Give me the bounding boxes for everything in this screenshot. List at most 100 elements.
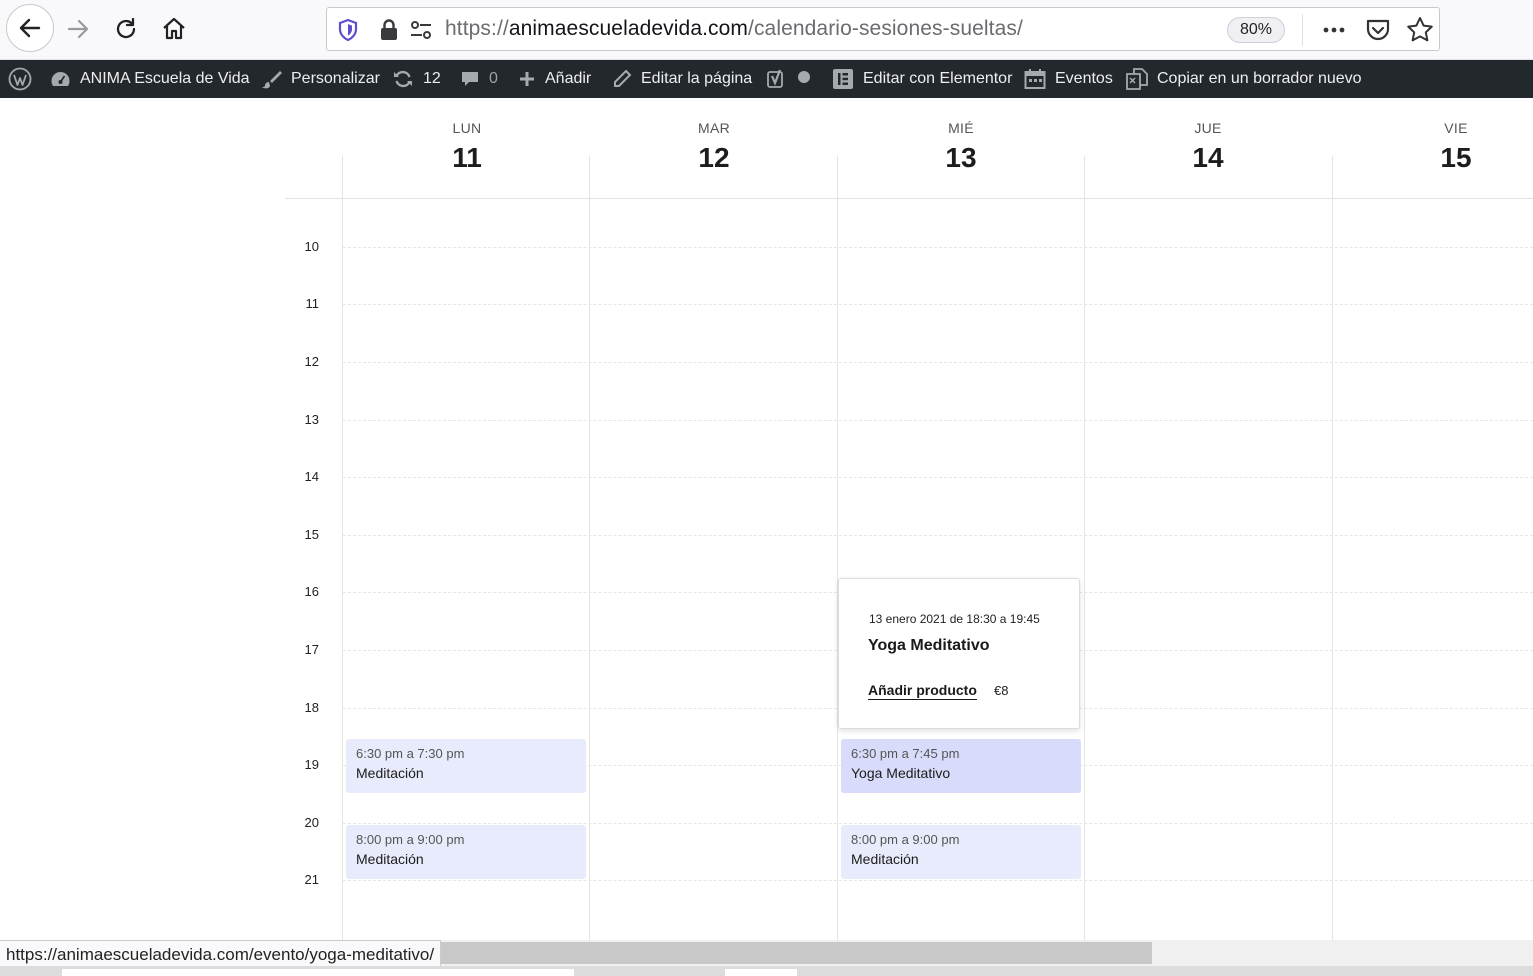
brush-icon: [262, 69, 282, 89]
hour-label: 14: [304, 469, 319, 484]
home-button[interactable]: [152, 8, 196, 50]
back-button[interactable]: [6, 4, 54, 52]
url-divider: [1302, 14, 1303, 46]
hour-label: 18: [304, 700, 319, 715]
pocket-button[interactable]: [1361, 14, 1395, 46]
reload-button[interactable]: [104, 8, 148, 50]
star-icon: [1407, 17, 1433, 42]
yoast-seo-link[interactable]: [766, 60, 811, 98]
updates-count: 12: [423, 70, 441, 87]
customize-label: Personalizar: [291, 70, 380, 87]
hour-label: 21: [304, 872, 319, 887]
day-name: MAR: [697, 120, 730, 136]
site-name-link[interactable]: ANIMA Escuela de Vida: [50, 60, 250, 98]
hour-label: 12: [304, 354, 319, 369]
hour-gridline: [343, 304, 1533, 305]
hour-label: 15: [304, 527, 319, 542]
popover-title: Yoga Meditativo: [868, 637, 990, 654]
event-card[interactable]: 6:30 pm a 7:30 pm Meditación: [346, 739, 586, 793]
hour-label: 13: [304, 412, 319, 427]
wordpress-logo-button[interactable]: [8, 60, 32, 98]
event-title: Meditación: [356, 851, 424, 867]
popover-price: €8: [994, 683, 1009, 698]
hour-label: 11: [305, 296, 320, 311]
updates-icon: [392, 69, 414, 89]
event-card[interactable]: 8:00 pm a 9:00 pm Meditación: [346, 825, 586, 879]
permissions-icon[interactable]: [409, 18, 433, 47]
bottom-segment: [62, 969, 574, 976]
url-scheme: https://: [445, 17, 509, 40]
comment-icon: [460, 69, 480, 89]
events-link[interactable]: Eventos: [1024, 60, 1113, 98]
site-name-label: ANIMA Escuela de Vida: [80, 70, 250, 87]
plus-icon: [518, 70, 536, 88]
day-header-fri[interactable]: VIE 15: [1332, 98, 1533, 198]
day-name: VIE: [1444, 120, 1468, 136]
copy-icon: [1126, 68, 1148, 90]
arrow-right-icon: [67, 19, 89, 39]
zoom-level-button[interactable]: 80%: [1227, 17, 1285, 43]
lock-icon[interactable]: [379, 18, 399, 47]
day-number: 13: [945, 142, 977, 173]
popover-date: 13 enero 2021 de 18:30 a 19:45: [869, 612, 1040, 626]
day-number: 11: [452, 142, 482, 173]
comments-link[interactable]: 0: [460, 60, 498, 98]
events-label: Eventos: [1055, 70, 1113, 87]
event-time: 8:00 pm a 9:00 pm: [851, 832, 960, 847]
day-name: JUE: [1194, 120, 1222, 136]
wordpress-icon: [8, 67, 32, 91]
hour-gridline: [343, 420, 1533, 421]
browser-toolbar: https://animaescueladevida.com/calendari…: [0, 0, 1533, 60]
edit-elementor-label: Editar con Elementor: [863, 70, 1013, 87]
day-header-tue[interactable]: MAR 12: [590, 98, 838, 198]
day-number: 12: [698, 142, 730, 173]
add-new-label: Añadir: [545, 70, 592, 87]
week-calendar: LUN 11 MAR 12 MIÉ 13 JUE 14 VIE 15 10 11…: [285, 98, 1533, 940]
hour-gridline: [343, 880, 1533, 881]
bottom-segment: [725, 969, 797, 976]
url-bar[interactable]: https://animaescueladevida.com/calendari…: [326, 7, 1440, 51]
copy-draft-label: Copiar en un borrador nuevo: [1157, 70, 1362, 87]
updates-link[interactable]: 12: [392, 60, 441, 98]
add-new-link[interactable]: Añadir: [518, 60, 591, 98]
hour-label: 19: [304, 757, 319, 772]
reload-icon: [116, 17, 136, 39]
hour-label: 10: [304, 239, 319, 254]
edit-page-link[interactable]: Editar la página: [612, 60, 752, 98]
pencil-icon: [612, 69, 632, 89]
shield-icon[interactable]: [337, 18, 359, 47]
seo-status-dot-icon: [797, 70, 811, 89]
more-dots-icon: [1323, 27, 1345, 33]
customize-link[interactable]: Personalizar: [262, 60, 380, 98]
hour-label: 16: [304, 584, 319, 599]
event-title: Meditación: [356, 765, 424, 781]
hour-label: 20: [304, 815, 319, 830]
yoast-icon: [766, 68, 788, 90]
edit-elementor-link[interactable]: Editar con Elementor: [832, 60, 1012, 98]
day-header-mon[interactable]: LUN 11: [343, 98, 591, 198]
add-product-link[interactable]: Añadir producto: [868, 682, 977, 700]
hour-gridline: [343, 535, 1533, 536]
bookmark-button[interactable]: [1403, 14, 1437, 46]
event-card-selected[interactable]: 6:30 pm a 7:45 pm Yoga Meditativo: [841, 739, 1081, 793]
day-number: 15: [1440, 142, 1472, 173]
wp-admin-bar: ANIMA Escuela de Vida Personalizar 12 0 …: [0, 60, 1533, 98]
day-header-wed[interactable]: MIÉ 13: [837, 98, 1085, 198]
event-time: 6:30 pm a 7:45 pm: [851, 746, 960, 761]
hour-gridline: [343, 247, 1533, 248]
day-header-thu[interactable]: JUE 14: [1084, 98, 1332, 198]
page-actions-button[interactable]: [1317, 14, 1351, 46]
copy-draft-link[interactable]: Copiar en un borrador nuevo: [1126, 60, 1362, 98]
url-path: /calendario-sesiones-sueltas/: [748, 17, 1023, 40]
pocket-icon: [1366, 19, 1390, 41]
event-card[interactable]: 8:00 pm a 9:00 pm Meditación: [841, 825, 1081, 879]
event-title: Meditación: [851, 851, 919, 867]
header-divider: [285, 198, 1533, 199]
dashboard-icon: [50, 69, 71, 89]
day-number: 14: [1192, 142, 1224, 173]
window-bottom-edge: [0, 966, 1533, 976]
day-name: MIÉ: [948, 120, 974, 136]
link-status-url: https://animaescueladevida.com/evento/yo…: [0, 940, 442, 968]
url-text[interactable]: https://animaescueladevida.com/calendari…: [445, 17, 1023, 41]
forward-button[interactable]: [56, 8, 100, 50]
